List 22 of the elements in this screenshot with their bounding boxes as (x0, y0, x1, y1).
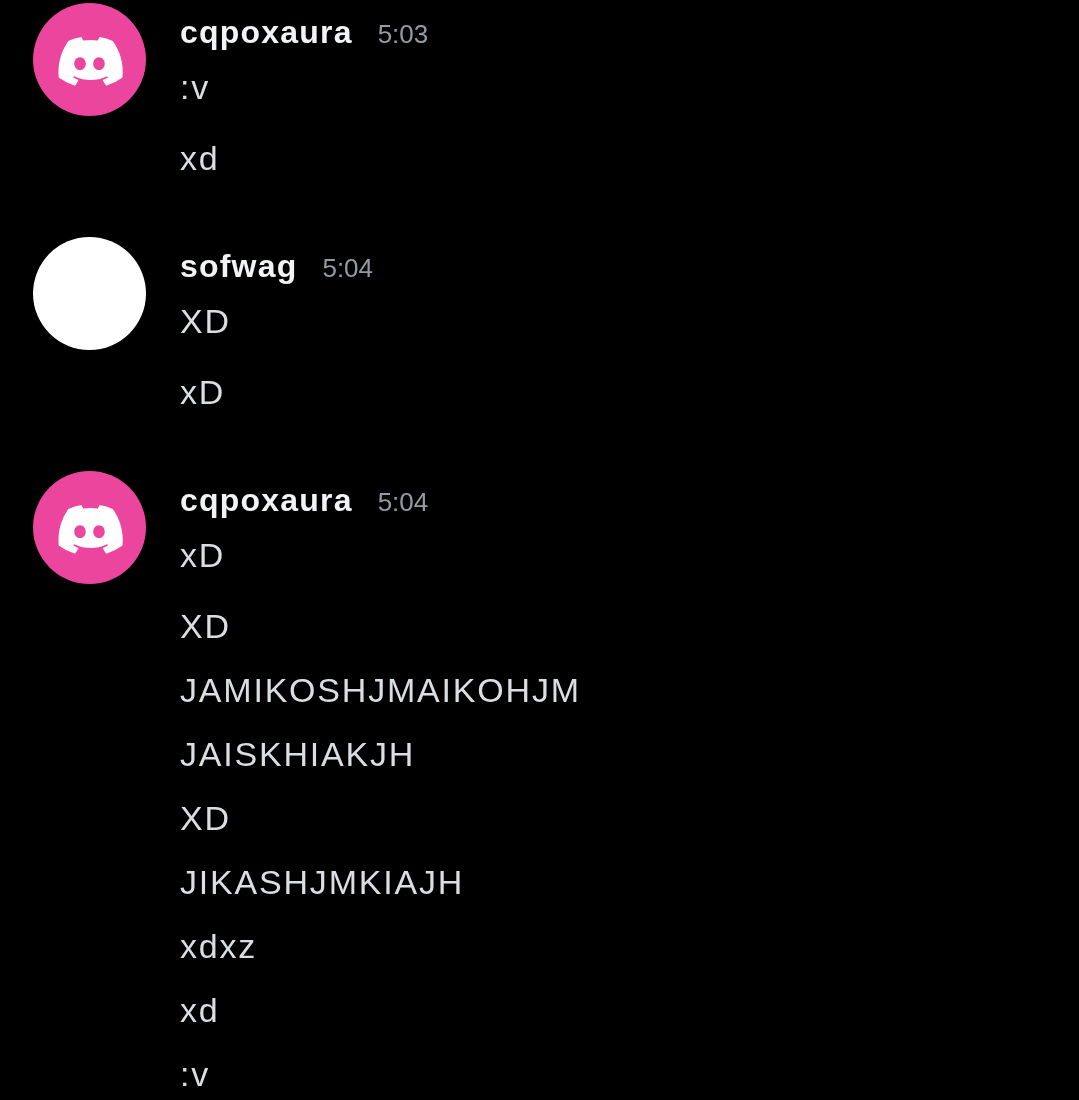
message-text: JAMIKOSHJMAIKOHJM (180, 670, 581, 710)
message-text: :v (180, 1054, 211, 1094)
avatar-logo-icon[interactable] (33, 471, 146, 584)
message-text: xD (180, 372, 226, 412)
author-name[interactable]: sofwag (180, 237, 298, 295)
message-text: JAISKHIAKJH (180, 734, 416, 774)
message-text: xdxz (180, 926, 258, 966)
author-name[interactable]: cqpoxaura (180, 3, 353, 61)
message-text: xd (180, 138, 220, 178)
message-text: xD (180, 535, 226, 575)
message-text: :v (180, 67, 211, 107)
avatar-logo-icon[interactable] (33, 3, 146, 116)
author-name[interactable]: cqpoxaura (180, 471, 353, 529)
message-text: JIKASHJMKIAJH (180, 862, 465, 902)
message-text: XD (180, 798, 231, 838)
message-text: XD (180, 606, 231, 646)
message-text: xd (180, 990, 220, 1030)
message-timestamp: 5:03 (377, 18, 429, 51)
message-timestamp: 5:04 (322, 252, 374, 285)
message-text: XD (180, 301, 231, 341)
avatar-icon[interactable] (33, 237, 146, 350)
message-timestamp: 5:04 (377, 486, 429, 519)
